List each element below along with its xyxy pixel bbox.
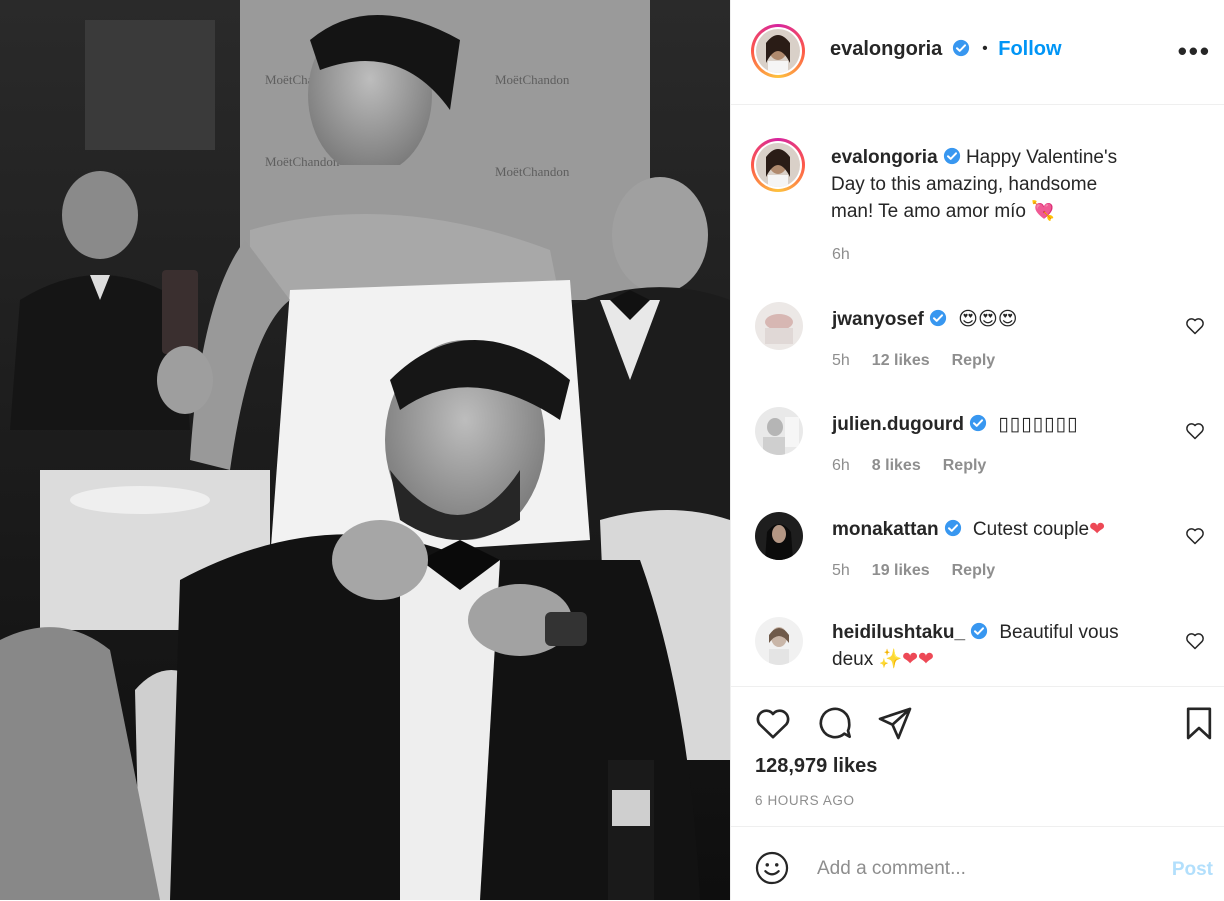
black-and-white-photo-couple: MoëtChandon MoëtChandon MoëtChandon Moët… — [0, 0, 730, 900]
post-time-ago: 6 HOURS AGO — [755, 793, 855, 808]
verified-badge-icon — [952, 39, 969, 57]
verified-badge-icon — [944, 519, 961, 537]
header-meta: evalongoria • Follow — [830, 38, 1062, 61]
comment-text: Cutest couple — [972, 519, 1090, 540]
smiley-icon[interactable] — [753, 849, 791, 887]
commenter-avatar[interactable] — [755, 407, 803, 455]
caption-username[interactable]: evalongoria — [831, 147, 938, 168]
separator-dot: • — [982, 40, 988, 57]
comment-like-heart-icon[interactable] — [1185, 421, 1205, 441]
post-details-panel: evalongoria • Follow ••• evalongoria Hap… — [730, 0, 1224, 900]
more-options-icon[interactable]: ••• — [1178, 36, 1211, 67]
comment-text: 😍😍😍 — [958, 309, 1018, 330]
comment-composer: Post — [731, 826, 1224, 901]
instagram-post-window: MoëtChandon MoëtChandon MoëtChandon Moët… — [0, 0, 1224, 900]
verified-badge-icon — [969, 414, 987, 432]
author-avatar[interactable] — [756, 29, 800, 73]
comment-username[interactable]: jwanyosef — [832, 309, 924, 330]
reply-button[interactable]: Reply — [952, 352, 996, 369]
svg-text:MoëtChandon: MoëtChandon — [265, 154, 340, 169]
speech-bubble-icon[interactable] — [815, 703, 855, 743]
comment-like-heart-icon[interactable] — [1185, 526, 1205, 546]
post-photo[interactable]: MoëtChandon MoëtChandon MoëtChandon Moët… — [0, 0, 730, 900]
likes-count[interactable]: 128,979 likes — [755, 755, 877, 778]
commenter-avatar[interactable] — [755, 302, 803, 350]
post-comment-button[interactable]: Post — [1172, 859, 1213, 881]
comment-time: 5h — [832, 562, 850, 579]
reply-button[interactable]: Reply — [952, 562, 996, 579]
comment-username[interactable]: julien.dugourd — [832, 414, 964, 435]
verified-badge-icon — [929, 309, 946, 327]
add-comment-input[interactable] — [815, 853, 1119, 885]
comment-like-heart-icon[interactable] — [1185, 631, 1205, 651]
comment-likes[interactable]: 19 likes — [872, 562, 930, 579]
comment-time: 5h — [832, 352, 850, 369]
comment-like-heart-icon[interactable] — [1185, 316, 1205, 336]
comment-meta: 5h 19 likes Reply — [832, 562, 1017, 580]
commenter-avatar[interactable] — [755, 617, 803, 665]
reply-button[interactable]: Reply — [943, 457, 987, 474]
comment-likes[interactable]: 8 likes — [872, 457, 921, 474]
comment-body: jwanyosef 😍😍😍 — [832, 306, 1018, 333]
bookmark-icon[interactable] — [1179, 703, 1219, 743]
caption-heart-emoji: 💘 — [1031, 201, 1055, 222]
comment-username[interactable]: heidilushtaku_ — [832, 622, 965, 643]
svg-text:MoëtChandon: MoëtChandon — [495, 164, 570, 179]
caption-timestamp: 6h — [832, 246, 850, 263]
comment-body: julien.dugourd ▯▯▯▯▯▯▯ — [832, 411, 1078, 438]
comment-time: 6h — [832, 457, 850, 474]
follow-button[interactable]: Follow — [998, 38, 1061, 60]
caption-avatar[interactable] — [756, 143, 800, 187]
comment-username[interactable]: monakattan — [832, 519, 939, 540]
commenter-avatar[interactable] — [755, 512, 803, 560]
comment-sparkle-hearts-emoji: ✨❤❤ — [878, 649, 934, 670]
verified-badge-icon — [970, 622, 988, 640]
comment-likes[interactable]: 12 likes — [872, 352, 930, 369]
comment-body: heidilushtaku_ Beautiful vous deux ✨❤❤ — [832, 619, 1152, 673]
paper-plane-icon[interactable] — [875, 703, 915, 743]
comment-meta: 6h 8 likes Reply — [832, 457, 1008, 475]
heart-outline-icon[interactable] — [753, 703, 793, 743]
svg-text:MoëtChandon: MoëtChandon — [495, 72, 570, 87]
author-username[interactable]: evalongoria — [830, 38, 942, 60]
comment-meta: 5h 12 likes Reply — [832, 352, 1017, 370]
post-header: evalongoria • Follow ••• — [731, 0, 1224, 105]
verified-badge-icon — [943, 147, 960, 165]
caption-text: evalongoria Happy Valentine's Day to thi… — [831, 144, 1131, 225]
comment-text: ▯▯▯▯▯▯▯ — [998, 414, 1079, 435]
comment-heart-emoji: ❤ — [1089, 519, 1106, 540]
comment-body: monakattan Cutest couple❤ — [832, 516, 1105, 543]
